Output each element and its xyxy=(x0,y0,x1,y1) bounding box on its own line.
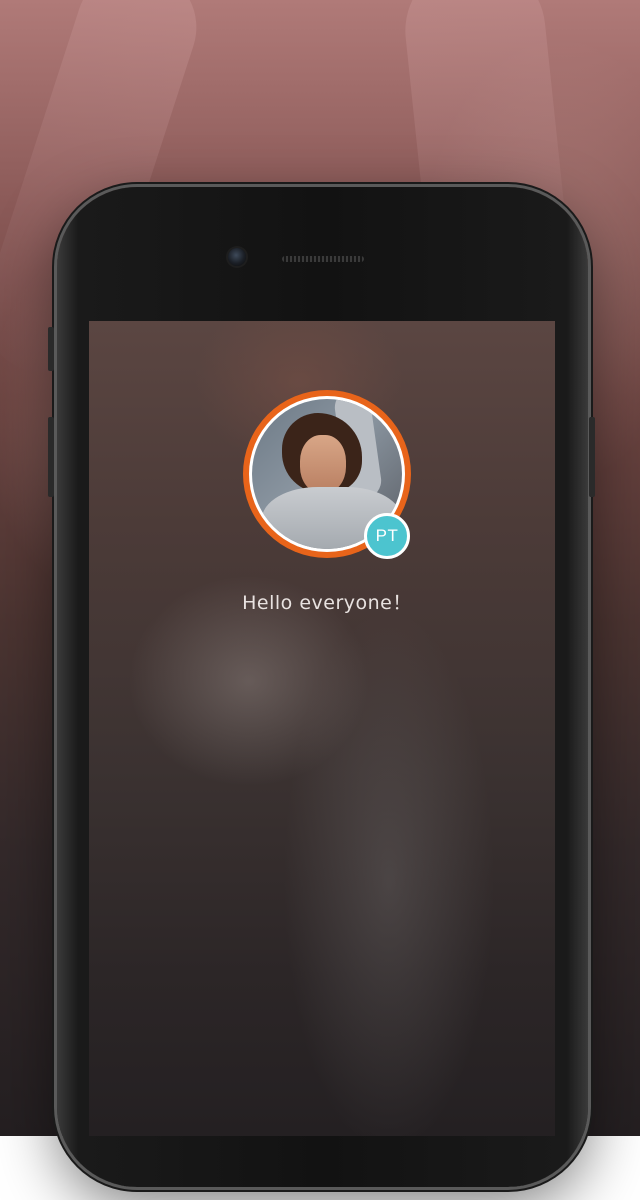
camera-icon xyxy=(228,248,246,266)
volume-up-button xyxy=(48,327,54,371)
greeting-text: Hello everyone！ xyxy=(242,592,412,614)
volume-down-button xyxy=(48,417,54,497)
speaker-grille xyxy=(282,256,364,262)
power-button xyxy=(589,417,595,497)
pt-badge[interactable]: PT xyxy=(364,513,410,559)
avatar-photo-face xyxy=(300,435,346,493)
